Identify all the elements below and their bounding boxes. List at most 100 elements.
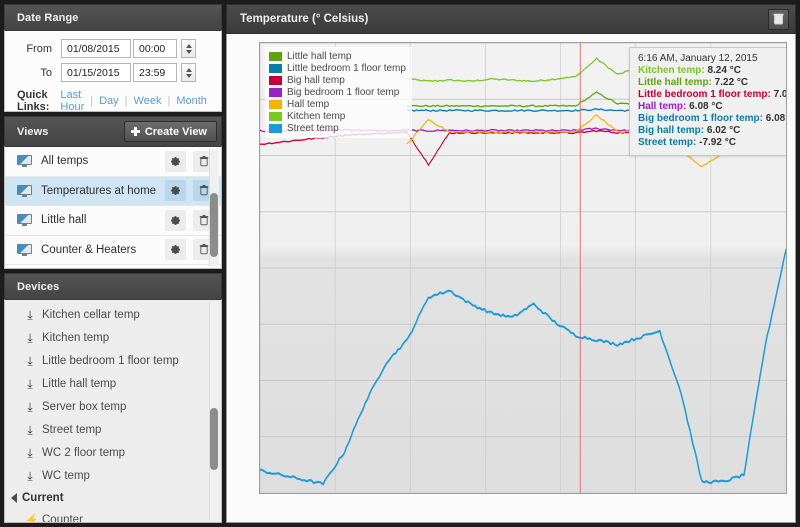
tooltip-row-value: 6.08 °C	[765, 113, 786, 124]
tooltip-row: Big hall temp: 6.02 °C	[638, 125, 786, 137]
bolt-icon: ⚡	[24, 512, 39, 523]
tooltip-row-label: Big hall temp:	[638, 125, 707, 136]
legend-swatch	[269, 51, 282, 61]
view-item[interactable]: Dehums	[5, 265, 221, 269]
trash-icon	[199, 155, 208, 167]
create-view-button[interactable]: Create View	[123, 121, 217, 142]
thermometer-icon: ⤓	[27, 353, 33, 368]
gear-icon	[171, 215, 180, 225]
collapse-triangle-icon	[11, 492, 17, 503]
to-time-spinner[interactable]	[181, 63, 196, 82]
chevron-down-icon	[185, 49, 192, 54]
view-settings-button[interactable]	[165, 150, 186, 172]
device-item-label: Server box temp	[42, 400, 127, 413]
legend-label: Hall temp	[287, 98, 330, 110]
device-item[interactable]: ⤓ Little hall temp	[5, 372, 221, 395]
to-date-input[interactable]	[61, 63, 131, 82]
from-time-spinner[interactable]	[181, 39, 196, 58]
view-settings-button[interactable]	[165, 239, 186, 261]
app-window: Date Range From To	[0, 0, 800, 527]
device-item[interactable]: ⚡ Counter	[5, 508, 221, 523]
legend-swatch	[269, 123, 282, 133]
sidebar: Date Range From To	[4, 4, 222, 523]
date-range-from-row: From	[15, 39, 211, 58]
legend-label: Kitchen temp	[287, 110, 346, 122]
tooltip-row-label: Hall temp:	[638, 101, 690, 112]
view-item[interactable]: Counter & Heaters	[5, 235, 221, 265]
tooltip-row: Street temp: -7.92 °C	[638, 137, 786, 149]
device-item[interactable]: ⤓ Street temp	[5, 418, 221, 441]
device-item[interactable]: ⤓ Kitchen cellar temp	[5, 303, 221, 326]
legend-label: Big hall temp	[287, 74, 345, 86]
device-group-header[interactable]: Current	[5, 487, 221, 508]
plus-icon	[130, 127, 140, 136]
legend-label: Street temp	[287, 122, 339, 134]
tooltip-row-value: 8.24 °C	[707, 65, 741, 76]
from-date-input[interactable]	[61, 39, 131, 58]
device-item[interactable]: ⤓ Little bedroom 1 floor temp	[5, 349, 221, 372]
thermometer-icon: ⤓	[27, 399, 33, 414]
legend-swatch	[269, 99, 282, 109]
device-item-label: Street temp	[42, 423, 102, 436]
tooltip-row-value: 6.08 °C	[689, 101, 723, 112]
legend-item[interactable]: Big hall temp	[269, 74, 406, 86]
plot-area[interactable]: 10.07.55.02.50.0-2.5-5.0-7.5-10.0 Jan 8J…	[259, 42, 787, 494]
tooltip-row-value: 7.01 °C	[773, 89, 787, 100]
view-settings-button[interactable]	[165, 209, 186, 231]
chart-title: Temperature (° Celsius)	[240, 13, 369, 25]
legend-swatch	[269, 63, 282, 73]
view-item[interactable]: Little hall	[5, 206, 221, 236]
quick-link-day[interactable]: Day	[93, 95, 125, 107]
thermometer-icon: ⤓	[27, 330, 33, 345]
thermometer-icon: ⤓	[27, 422, 33, 437]
view-item-label: All temps	[41, 155, 89, 168]
thermometer-icon: ⤓	[27, 468, 33, 483]
chevron-up-icon	[185, 67, 192, 72]
thermometer-icon: ⤓	[27, 445, 33, 460]
chevron-down-icon	[185, 73, 192, 78]
device-item[interactable]: ⤓ Server box temp	[5, 395, 221, 418]
quick-link-week[interactable]: Week	[128, 95, 168, 107]
legend-item[interactable]: Kitchen temp	[269, 110, 406, 122]
legend-item[interactable]: Street temp	[269, 122, 406, 134]
legend-item[interactable]: Hall temp	[269, 98, 406, 110]
from-label: From	[26, 42, 52, 55]
monitor-icon	[17, 184, 32, 197]
from-time-input[interactable]	[133, 39, 177, 58]
device-item[interactable]: ⤓ Kitchen temp	[5, 326, 221, 349]
to-time-input[interactable]	[133, 63, 177, 82]
devices-scrollbar-thumb[interactable]	[210, 408, 218, 471]
device-item-label: Kitchen temp	[42, 331, 110, 344]
tooltip-row: Little hall temp: 7.22 °C	[638, 77, 786, 89]
tooltip-row-label: Street temp:	[638, 137, 700, 148]
legend-item[interactable]: Big bedroom 1 floor temp	[269, 86, 406, 98]
create-view-label: Create View	[144, 125, 207, 138]
devices-header: Devices	[4, 273, 222, 300]
trash-icon	[199, 214, 208, 226]
devices-list: ⤓ Kitchen cellar temp ⤓ Kitchen temp ⤓ Little…	[4, 299, 222, 523]
chart-panel: Temperature (° Celsius) 10.07.55.02.50.0…	[226, 4, 796, 523]
views-list: All temps Temperatures at home Little hall…	[4, 146, 222, 270]
legend-item[interactable]: Little bedroom 1 floor temp	[269, 62, 406, 74]
quick-link-month[interactable]: Month	[170, 95, 213, 107]
tooltip-row: Kitchen temp: 8.24 °C	[638, 65, 786, 77]
view-settings-button[interactable]	[165, 180, 186, 202]
view-item[interactable]: All temps	[5, 147, 221, 177]
device-item[interactable]: ⤓ WC temp	[5, 464, 221, 487]
quick-link-last-hour[interactable]: Last Hour	[54, 89, 90, 113]
tooltip-row-value: 7.22 °C	[714, 77, 749, 88]
tooltip-row-value: 6.02 °C	[706, 125, 741, 136]
monitor-icon	[17, 243, 32, 256]
date-range-panel: From To Quick Links: Last Hour	[4, 30, 222, 113]
gear-icon	[171, 186, 180, 196]
view-item[interactable]: Temperatures at home	[5, 176, 221, 206]
device-item-label: WC temp	[42, 469, 90, 482]
delete-chart-button[interactable]	[768, 8, 789, 30]
trash-icon	[773, 13, 784, 25]
device-item[interactable]: ⤓ WC 2 floor temp	[5, 441, 221, 464]
legend-label: Big bedroom 1 floor temp	[287, 86, 400, 98]
view-item-label: Temperatures at home	[41, 184, 157, 197]
tooltip-row: Little bedroom 1 floor temp: 7.01 °C	[638, 89, 787, 101]
legend-item[interactable]: Little hall temp	[269, 50, 406, 62]
views-scrollbar-thumb[interactable]	[210, 193, 218, 257]
